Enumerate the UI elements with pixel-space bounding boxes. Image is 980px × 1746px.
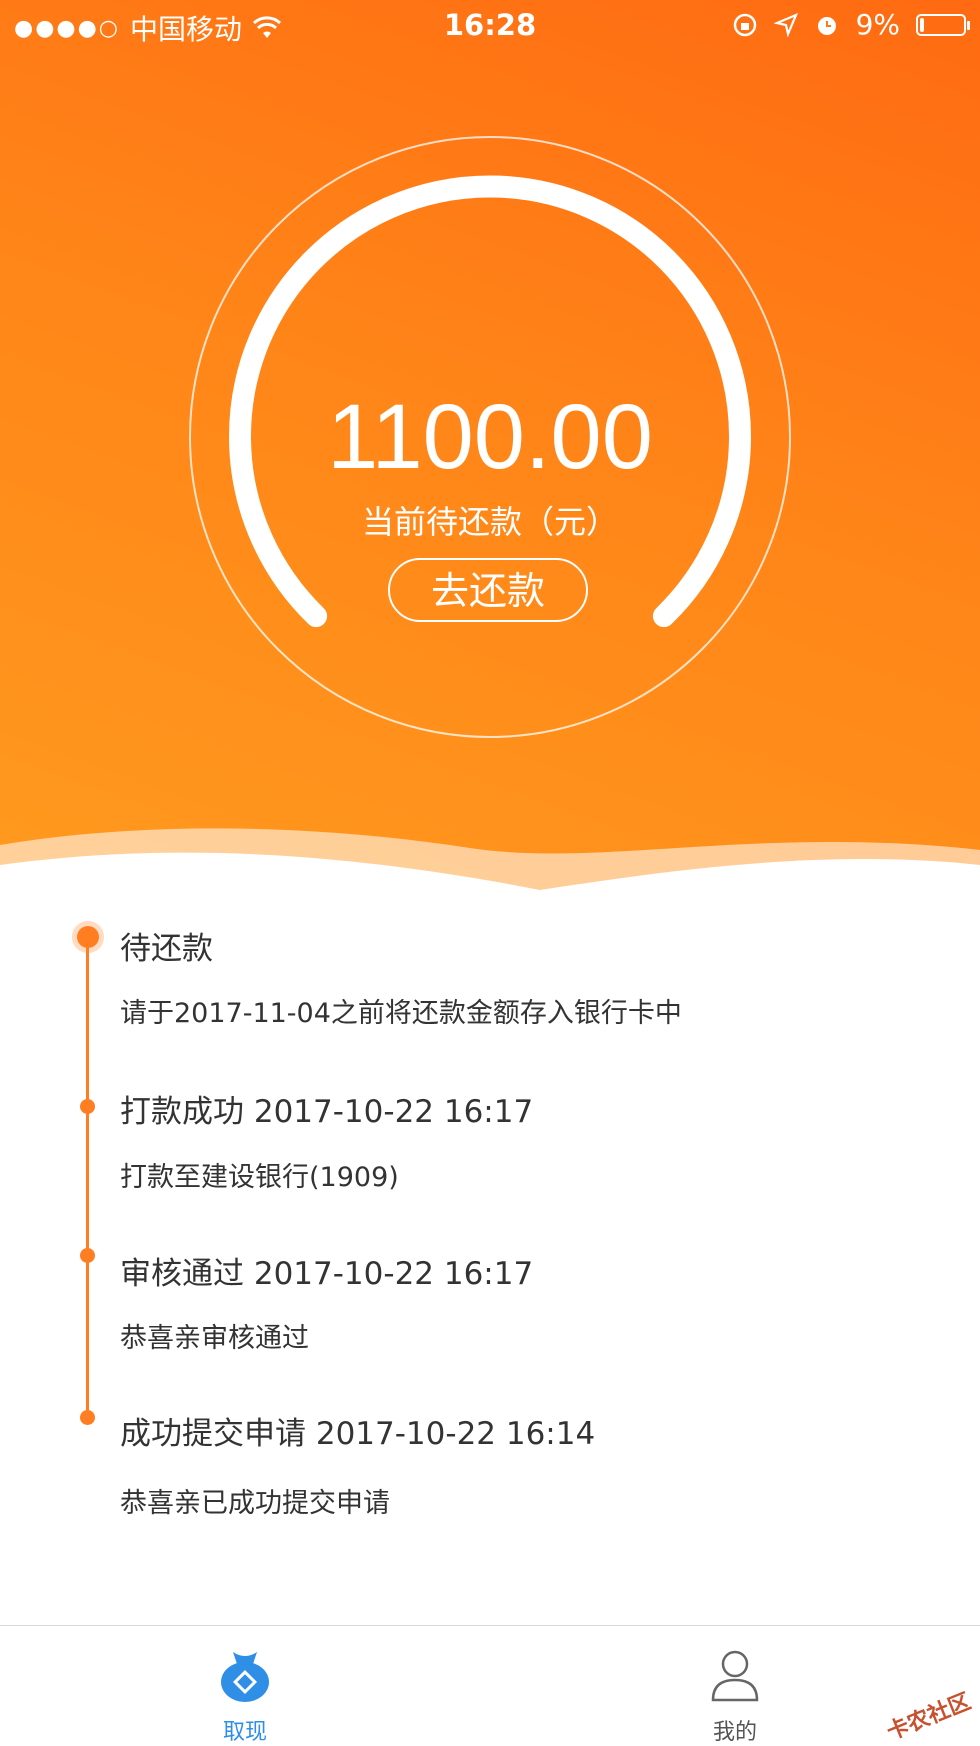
timeline-desc: 打款至建设银行(1909) <box>120 1162 399 1193</box>
user-icon <box>711 1650 759 1702</box>
amount-label: 当前待还款（元） <box>361 503 618 541</box>
tab-withdraw-label: 取现 <box>222 1720 267 1745</box>
timeline-desc: 请于2017-11-04之前将还款金额存入银行卡中 <box>120 998 682 1029</box>
location-icon <box>773 12 798 37</box>
timeline-title: 审核通过 2017-10-22 16:17 <box>120 1256 534 1292</box>
tab-mine-label: 我的 <box>712 1720 757 1745</box>
money-bag-icon <box>221 1652 269 1702</box>
timeline-dot <box>80 1099 95 1114</box>
timeline-title: 待还款 <box>120 931 213 967</box>
status-bar: ●●●●○ 中国移动 16:28 9% <box>0 0 980 50</box>
rotation-lock-icon <box>733 13 756 36</box>
timeline-title: 成功提交申请 2017-10-22 16:14 <box>120 1416 596 1452</box>
repay-button[interactable]: 去还款 <box>388 558 588 622</box>
wave-divider <box>0 828 980 900</box>
tab-bar: 取现 我的 <box>0 1625 980 1745</box>
timeline-dot <box>80 1410 95 1425</box>
battery-percent: 9% <box>855 8 900 41</box>
tab-mine[interactable]: 我的 <box>635 1626 835 1745</box>
hero-section: ●●●●○ 中国移动 16:28 9% 1100.00 当前待还款（元） 去还款 <box>0 0 980 900</box>
timeline-desc: 恭喜亲审核通过 <box>120 1323 309 1354</box>
timeline-line <box>86 938 89 1418</box>
outstanding-amount: 1100.00 <box>327 386 653 488</box>
timeline-desc: 恭喜亲已成功提交申请 <box>120 1488 390 1519</box>
timeline-title: 打款成功 2017-10-22 16:17 <box>120 1094 534 1130</box>
timeline-dot-current <box>77 926 99 948</box>
tab-withdraw[interactable]: 取现 <box>145 1626 345 1745</box>
battery-icon <box>916 13 970 36</box>
alarm-icon <box>817 16 836 35</box>
timeline-dot <box>80 1248 95 1263</box>
